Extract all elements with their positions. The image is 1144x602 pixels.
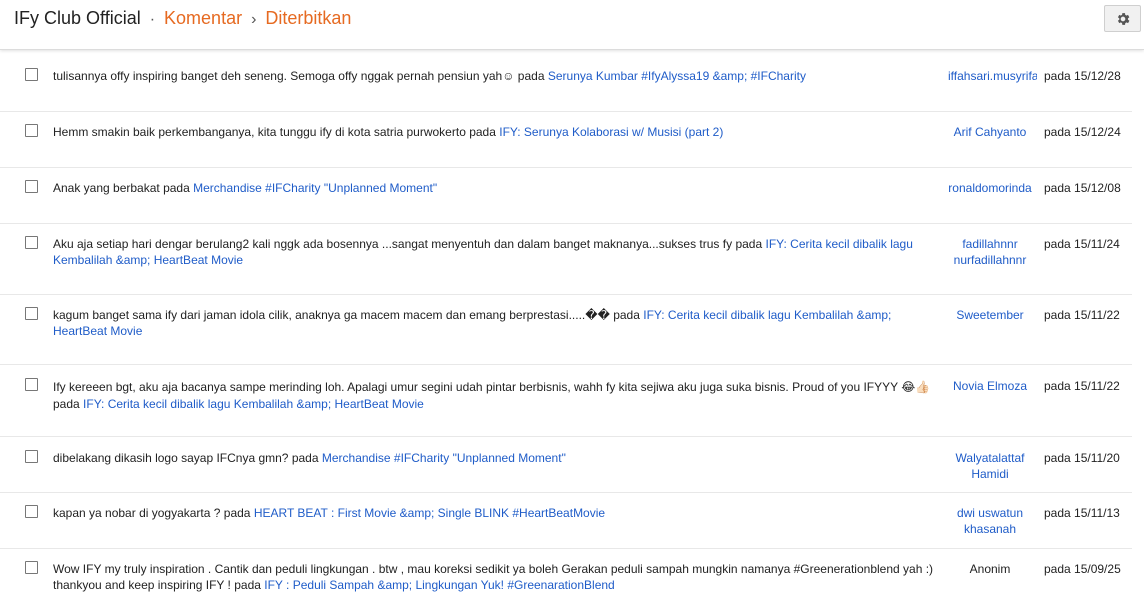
comment-text: Wow IFY my truly inspiration . Cantik da… <box>53 562 941 593</box>
gear-icon <box>1117 12 1129 25</box>
comment-body: Hemm smakin baik perkembanganya, kita tu… <box>53 125 466 139</box>
comment-row: Hemm smakin baik perkembanganya, kita tu… <box>0 112 1132 168</box>
author-name: Anonim <box>969 562 1011 576</box>
comment-body: kagum banget sama ify dari jaman idola c… <box>53 308 610 322</box>
settings-button[interactable] <box>1104 5 1141 32</box>
pada-label: pada <box>159 181 194 195</box>
comment-text: Hemm smakin baik perkembanganya, kita tu… <box>53 125 941 141</box>
comment-date: pada 15/11/13 <box>1044 506 1120 520</box>
row-checkbox[interactable] <box>25 180 38 193</box>
blog-title[interactable]: IFy Club Official <box>14 8 141 28</box>
comment-date: pada 15/11/24 <box>1044 237 1120 251</box>
row-checkbox[interactable] <box>25 450 38 463</box>
post-link[interactable]: Serunya Kumbar #IfyAlyssa19 &amp; #IFCha… <box>548 69 806 83</box>
post-link[interactable]: IFY: Cerita kecil dibalik lagu Kembalila… <box>83 397 424 411</box>
comment-body: Anak yang berbakat <box>53 181 160 195</box>
comment-date: pada 15/11/22 <box>1044 308 1120 322</box>
author-link[interactable]: iffahsari.musyrifah <box>943 69 1037 85</box>
row-checkbox[interactable] <box>25 307 38 320</box>
top-header: IFy Club Official · Komentar › Diterbitkan <box>0 0 1144 50</box>
comment-row: dibelakang dikasih logo sayap IFCnya gmn… <box>0 437 1132 493</box>
pada-label: pada <box>220 506 254 520</box>
comment-text: Aku aja setiap hari dengar berulang2 kal… <box>53 237 941 268</box>
post-link[interactable]: Merchandise #IFCharity "Unplanned Moment… <box>193 181 437 195</box>
comment-row: tulisannya offy inspiring banget deh sen… <box>0 55 1132 112</box>
comment-row: kapan ya nobar di yogyakarta ? pada HEAR… <box>0 493 1132 549</box>
pada-label: pada <box>465 125 500 139</box>
post-link[interactable]: IFY : Peduli Sampah &amp; Lingkungan Yuk… <box>264 578 614 592</box>
comment-body: Ify kereeen bgt, aku aja bacanya sampe m… <box>53 380 931 394</box>
post-link[interactable]: Merchandise #IFCharity "Unplanned Moment… <box>322 451 566 465</box>
row-checkbox[interactable] <box>25 505 38 518</box>
pada-label: pada <box>53 397 84 411</box>
comment-date: pada 15/12/08 <box>1044 181 1121 195</box>
chevron-right-icon: › <box>251 11 257 28</box>
comment-body: Aku aja setiap hari dengar berulang2 kal… <box>53 237 733 251</box>
comment-text: kapan ya nobar di yogyakarta ? pada HEAR… <box>53 506 941 522</box>
comment-text: kagum banget sama ify dari jaman idola c… <box>53 308 941 339</box>
row-checkbox[interactable] <box>25 561 38 574</box>
comment-date: pada 15/11/22 <box>1044 379 1120 393</box>
author-link[interactable]: ronaldomorinda <box>943 181 1037 197</box>
comment-body: dibelakang dikasih logo sayap IFCnya gmn… <box>53 451 289 465</box>
comment-body: tulisannya offy inspiring banget deh sen… <box>53 69 515 83</box>
row-checkbox[interactable] <box>25 68 38 81</box>
row-checkbox[interactable] <box>25 236 38 249</box>
comment-row: Wow IFY my truly inspiration . Cantik da… <box>0 549 1132 602</box>
author-link[interactable]: Sweetember <box>943 308 1037 324</box>
author-link[interactable]: fadillahnnr nurfadillahnnr <box>943 237 1037 268</box>
comment-text: Ify kereeen bgt, aku aja bacanya sampe m… <box>53 379 941 413</box>
post-link[interactable]: HEART BEAT : First Movie &amp; Single BL… <box>254 506 605 520</box>
author-link[interactable]: Arif Cahyanto <box>943 125 1037 141</box>
comment-row: kagum banget sama ify dari jaman idola c… <box>0 295 1132 365</box>
pada-label: pada <box>230 577 265 592</box>
comment-text: Anak yang berbakat pada Merchandise #IFC… <box>53 181 941 197</box>
breadcrumb-komentar[interactable]: Komentar <box>164 8 242 28</box>
breadcrumb-separator: · <box>149 11 156 28</box>
comment-text: dibelakang dikasih logo sayap IFCnya gmn… <box>53 451 941 467</box>
pada-label: pada <box>609 308 644 322</box>
row-checkbox[interactable] <box>25 378 38 391</box>
comment-row: Anak yang berbakat pada Merchandise #IFC… <box>0 168 1132 224</box>
comment-date: pada 15/12/24 <box>1044 125 1121 139</box>
author-link[interactable]: Novia Elmoza <box>943 379 1037 395</box>
comment-text: tulisannya offy inspiring banget deh sen… <box>53 69 941 85</box>
author-link[interactable]: Walyatalattaf Hamidi <box>943 451 1037 482</box>
row-checkbox[interactable] <box>25 124 38 137</box>
comment-date: pada 15/09/25 <box>1044 562 1121 576</box>
breadcrumb-diterbitkan[interactable]: Diterbitkan <box>265 8 351 28</box>
pada-label: pada <box>288 451 322 465</box>
comment-date: pada 15/11/20 <box>1044 451 1120 465</box>
breadcrumb: IFy Club Official · Komentar › Diterbitkan <box>14 7 351 31</box>
comment-body: kapan ya nobar di yogyakarta ? <box>53 506 221 520</box>
comment-row: Ify kereeen bgt, aku aja bacanya sampe m… <box>0 365 1132 437</box>
comment-date: pada 15/12/28 <box>1044 69 1121 83</box>
pada-label: pada <box>732 237 766 251</box>
pada-label: pada <box>514 69 548 83</box>
post-link[interactable]: IFY: Serunya Kolaborasi w/ Musisi (part … <box>499 125 723 139</box>
author-link[interactable]: dwi uswatun khasanah <box>943 506 1037 537</box>
comment-row: Aku aja setiap hari dengar berulang2 kal… <box>0 224 1132 295</box>
